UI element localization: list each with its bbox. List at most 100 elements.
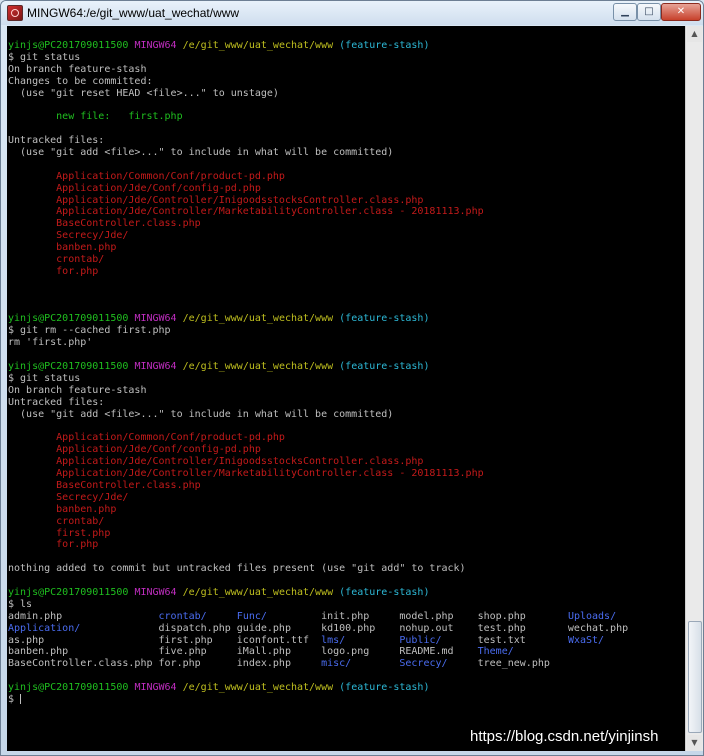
terminal-text-segment: MINGW64: [134, 682, 183, 694]
maximize-button[interactable]: □: [637, 3, 661, 21]
vertical-scrollbar[interactable]: ▲ ▼: [685, 26, 703, 751]
scroll-up-arrow-icon[interactable]: ▲: [687, 26, 702, 42]
mingw-app-icon[interactable]: [7, 5, 23, 21]
terminal-text-segment: test.txt: [441, 634, 568, 646]
scroll-down-arrow-icon[interactable]: ▼: [687, 735, 702, 751]
terminal-line: banben.php five.php iMall.php logo.png R…: [8, 646, 685, 658]
terminal-text-segment: admin.php: [8, 610, 159, 622]
terminal-line: $ git rm --cached first.php: [8, 325, 685, 337]
terminal-text-segment: Application/Jde/Conf/config-pd.php: [8, 444, 261, 456]
terminal-text-segment: dispatch.php guide.php kd100.php nohup.o…: [80, 622, 629, 634]
terminal-line: (use "git add <file>..." to include in w…: [8, 409, 685, 421]
terminal-line: $ git status: [8, 373, 685, 385]
terminal-text-segment: yinjs@PC201709011500: [8, 40, 135, 51]
terminal-text-segment: Public/: [399, 634, 442, 646]
terminal-text-segment: Secrecy/: [399, 658, 448, 670]
terminal-line: BaseController.class.php for.php index.p…: [8, 658, 685, 670]
watermark-url: https://blog.csdn.net/yinjinsh: [470, 728, 659, 745]
terminal-text-segment: Uploads/: [567, 610, 617, 622]
terminal-text-segment: yinjs@PC201709011500: [8, 586, 135, 598]
terminal-line: Secrecy/Jde/: [8, 230, 685, 242]
terminal-line: first.php: [8, 528, 685, 540]
terminal-text-segment: WxaSt/: [567, 634, 605, 646]
terminal-line: On branch feature-stash: [8, 385, 685, 397]
terminal-text-segment: crontab/: [8, 515, 105, 527]
terminal-text-segment: Theme/: [477, 646, 514, 658]
terminal-line: (use "git reset HEAD <file>..." to unsta…: [8, 88, 685, 100]
terminal-line: (use "git add <file>..." to include in w…: [8, 147, 685, 159]
title-bar[interactable]: MINGW64:/e/git_www/uat_wechat/www ▁ □ ✕: [1, 1, 703, 25]
terminal-text-segment: /e/git_www/uat_wechat/www: [182, 586, 340, 598]
terminal-text-segment: Func/: [236, 610, 267, 622]
terminal-text-segment: rm 'first.php': [8, 337, 93, 349]
terminal-text-segment: Application/Jde/Conf/config-pd.php: [8, 182, 261, 194]
terminal-text-segment: yinjs@PC201709011500: [8, 361, 135, 373]
terminal-text-segment: Application/Jde/Controller/Inigoodsstock…: [8, 194, 424, 206]
terminal-line: rm 'first.php': [8, 337, 685, 349]
terminal-line: Application/Jde/Controller/Marketability…: [8, 206, 685, 218]
terminal-text-segment: lms/: [321, 634, 346, 646]
terminal-text-segment: misc/: [321, 658, 352, 670]
terminal-text-segment: crontab/: [158, 610, 207, 622]
terminal-text-segment: $ git rm --cached first.php: [8, 325, 171, 337]
terminal-line: Untracked files:: [8, 135, 685, 147]
terminal-output[interactable]: yinjs@PC201709011500 MINGW64 /e/git_www/…: [7, 26, 685, 751]
terminal-window: MINGW64:/e/git_www/uat_wechat/www ▁ □ ✕ …: [0, 0, 704, 756]
terminal-line: Application/Common/Conf/product-pd.php: [8, 432, 685, 444]
terminal-text-segment: $ git status: [8, 51, 81, 63]
terminal-line: for.php: [8, 539, 685, 551]
terminal-text-segment: BaseController.class.php: [8, 479, 201, 491]
terminal-text-segment: On branch feature-stash: [8, 384, 147, 396]
window-title: MINGW64:/e/git_www/uat_wechat/www: [27, 6, 240, 20]
terminal-line: Application/Jde/Controller/Marketability…: [8, 468, 685, 480]
terminal-text-segment: $ ls: [8, 598, 33, 610]
terminal-text-segment: /e/git_www/uat_wechat/www: [182, 313, 340, 325]
terminal-text-segment: MINGW64: [134, 586, 183, 598]
terminal-text-segment: Application/Common/Conf/product-pd.php: [8, 432, 285, 444]
terminal-line: as.php first.php iconfont.ttf lms/ Publi…: [8, 635, 685, 647]
terminal-text-segment: $: [8, 693, 21, 705]
close-button[interactable]: ✕: [661, 3, 701, 21]
terminal-text-segment: Secrecy/Jde/: [8, 230, 129, 242]
terminal-text-segment: /e/git_www/uat_wechat/www: [182, 40, 340, 51]
terminal-line: yinjs@PC201709011500 MINGW64 /e/git_www/…: [8, 587, 685, 599]
terminal-text-segment: for.php: [8, 265, 99, 277]
terminal-text-segment: (use "git add <file>..." to include in w…: [8, 147, 394, 159]
terminal-text-segment: as.php first.php iconfont.ttf: [8, 634, 322, 646]
terminal-text-segment: (feature-stash): [339, 40, 430, 51]
scrollbar-thumb[interactable]: [688, 621, 702, 733]
terminal-text-segment: Secrecy/Jde/: [8, 491, 129, 503]
terminal-line: banben.php: [8, 504, 685, 516]
terminal-text-segment: $ git status: [8, 372, 81, 384]
terminal-line: yinjs@PC201709011500 MINGW64 /e/git_www/…: [8, 361, 685, 373]
terminal-line: $: [8, 693, 685, 706]
terminal-line: Changes to be committed:: [8, 76, 685, 88]
terminal-text-segment: for.php: [8, 539, 99, 551]
terminal-text-segment: /e/git_www/uat_wechat/www: [182, 361, 340, 373]
text-cursor: [20, 693, 22, 704]
terminal-line: yinjs@PC201709011500 MINGW64 /e/git_www/…: [8, 682, 685, 694]
terminal-text-segment: Application/: [8, 622, 81, 634]
terminal-line: Secrecy/Jde/: [8, 492, 685, 504]
terminal-text-segment: yinjs@PC201709011500: [8, 313, 135, 325]
terminal-text-segment: Application/Jde/Controller/Inigoodsstock…: [8, 456, 424, 468]
terminal-line: Application/Common/Conf/product-pd.php: [8, 171, 685, 183]
terminal-line: $ git status: [8, 52, 685, 64]
terminal-text-segment: BaseController.class.php for.php index.p…: [8, 658, 322, 670]
terminal-line: Untracked files:: [8, 397, 685, 409]
terminal-text-segment: (feature-stash): [339, 682, 430, 694]
terminal-text-segment: On branch feature-stash: [8, 63, 147, 75]
minimize-button[interactable]: ▁: [613, 3, 637, 21]
terminal-line: new file: first.php: [8, 111, 685, 123]
terminal-line: On branch feature-stash: [8, 64, 685, 76]
terminal-text-segment: Application/Common/Conf/product-pd.php: [8, 170, 285, 182]
terminal-text-segment: tree_new.php: [447, 658, 550, 670]
terminal-text-segment: Untracked files:: [8, 135, 105, 147]
terminal-text-segment: (feature-stash): [339, 361, 430, 373]
